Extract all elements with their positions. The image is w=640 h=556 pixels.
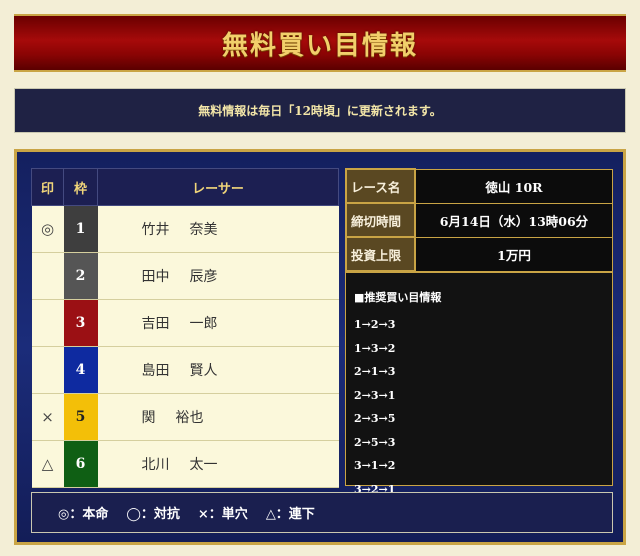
list-item: 2→5→3 bbox=[354, 435, 396, 449]
racer-name: 竹井 奈美 bbox=[97, 205, 339, 253]
list-item: 2→3→1 bbox=[354, 388, 396, 402]
table-row: 4 島田 賢人 bbox=[31, 346, 339, 394]
racer-family-name: 北川 bbox=[141, 457, 170, 473]
prediction-panel: 印 枠 レーサー ◎ 1 竹井 奈美 2 田中 辰彦 3 吉田 一郎 4 島田 … bbox=[14, 149, 626, 545]
prediction-mark: △ bbox=[31, 440, 64, 488]
prediction-mark bbox=[31, 346, 64, 394]
racer-name: 吉田 一郎 bbox=[97, 299, 339, 347]
racer-family-name: 竹井 bbox=[141, 222, 170, 238]
frame-number: 1 bbox=[63, 205, 98, 253]
racer-given-name: 一郎 bbox=[189, 316, 218, 332]
header-mark: 印 bbox=[31, 168, 64, 206]
list-item: 2→3→5 bbox=[354, 412, 396, 425]
racer-name: 北川 太一 bbox=[97, 440, 339, 488]
legend-renka: △：連下 bbox=[265, 507, 315, 522]
racer-family-name: 吉田 bbox=[141, 316, 170, 332]
race-name-value: 徳山 10R bbox=[414, 168, 613, 204]
racer-table-header: 印 枠 レーサー bbox=[31, 168, 339, 206]
table-row: × 5 関 裕也 bbox=[31, 393, 339, 441]
table-row: 2 田中 辰彦 bbox=[31, 252, 339, 300]
race-info-table: レース名 徳山 10R 締切時間 6月14日（水）13時06分 投資上限 1万円 bbox=[345, 168, 613, 272]
prediction-mark: ◎ bbox=[31, 205, 64, 253]
list-item: 1→2→3 bbox=[354, 318, 396, 331]
update-notice-text: 無料情報は毎日「12時頃」に更新されます。 bbox=[198, 104, 442, 118]
investment-limit-row: 投資上限 1万円 bbox=[345, 236, 613, 272]
frame-number: 5 bbox=[63, 393, 98, 441]
frame-number: 3 bbox=[63, 299, 98, 347]
racer-given-name: 裕也 bbox=[175, 410, 204, 426]
deadline-label: 締切時間 bbox=[345, 202, 416, 238]
title-banner: 無料買い目情報 bbox=[14, 14, 626, 72]
legend-taikou: ◯：対抗 bbox=[126, 507, 180, 522]
racer-name: 田中 辰彦 bbox=[97, 252, 339, 300]
race-name-row: レース名 徳山 10R bbox=[345, 168, 613, 204]
prediction-mark: × bbox=[31, 393, 64, 441]
legend-honmei: ◎：本命 bbox=[58, 507, 109, 522]
prediction-mark bbox=[31, 299, 64, 347]
racer-given-name: 辰彦 bbox=[189, 269, 218, 285]
racer-family-name: 関 bbox=[141, 410, 156, 426]
prediction-mark bbox=[31, 252, 64, 300]
list-item: 3→1→2 bbox=[354, 459, 396, 472]
table-row: ◎ 1 竹井 奈美 bbox=[31, 205, 339, 253]
list-item: 1→3→2 bbox=[354, 341, 396, 355]
racer-family-name: 島田 bbox=[141, 363, 170, 379]
mark-legend: ◎：本命 ◯：対抗 ×：単穴 △：連下 bbox=[31, 492, 613, 533]
table-row: △ 6 北川 太一 bbox=[31, 440, 339, 488]
racer-name: 島田 賢人 bbox=[97, 346, 339, 394]
frame-number: 6 bbox=[63, 440, 98, 488]
investment-limit-value: 1万円 bbox=[414, 236, 613, 272]
recommended-bets-title: ■推奨買い目情報 bbox=[354, 291, 442, 304]
update-notice: 無料情報は毎日「12時頃」に更新されます。 bbox=[14, 88, 626, 133]
racer-given-name: 賢人 bbox=[189, 363, 218, 379]
legend-tanana: ×：単穴 bbox=[197, 507, 248, 522]
racer-name: 関 裕也 bbox=[97, 393, 339, 441]
racer-table: 印 枠 レーサー ◎ 1 竹井 奈美 2 田中 辰彦 3 吉田 一郎 4 島田 … bbox=[31, 168, 339, 488]
recommended-bets-list: 1→2→3 1→3→2 2→1→3 2→3→1 2→3→5 2→5→3 3→1→… bbox=[354, 313, 395, 501]
race-name-label: レース名 bbox=[345, 168, 416, 204]
recommended-bets-box: ■推奨買い目情報 1→2→3 1→3→2 2→1→3 2→3→1 2→3→5 2… bbox=[345, 272, 613, 496]
table-row: 3 吉田 一郎 bbox=[31, 299, 339, 347]
deadline-value: 6月14日（水）13時06分 bbox=[414, 202, 613, 238]
list-item: 2→1→3 bbox=[354, 365, 396, 378]
header-frame: 枠 bbox=[63, 168, 98, 206]
header-racer: レーサー bbox=[97, 168, 339, 206]
deadline-row: 締切時間 6月14日（水）13時06分 bbox=[345, 202, 613, 238]
frame-number: 4 bbox=[63, 346, 98, 394]
racer-given-name: 太一 bbox=[189, 457, 218, 473]
racer-family-name: 田中 bbox=[141, 269, 170, 285]
frame-number: 2 bbox=[63, 252, 98, 300]
banner-title: 無料買い目情報 bbox=[221, 30, 418, 61]
racer-given-name: 奈美 bbox=[189, 222, 218, 238]
investment-limit-label: 投資上限 bbox=[345, 236, 416, 272]
